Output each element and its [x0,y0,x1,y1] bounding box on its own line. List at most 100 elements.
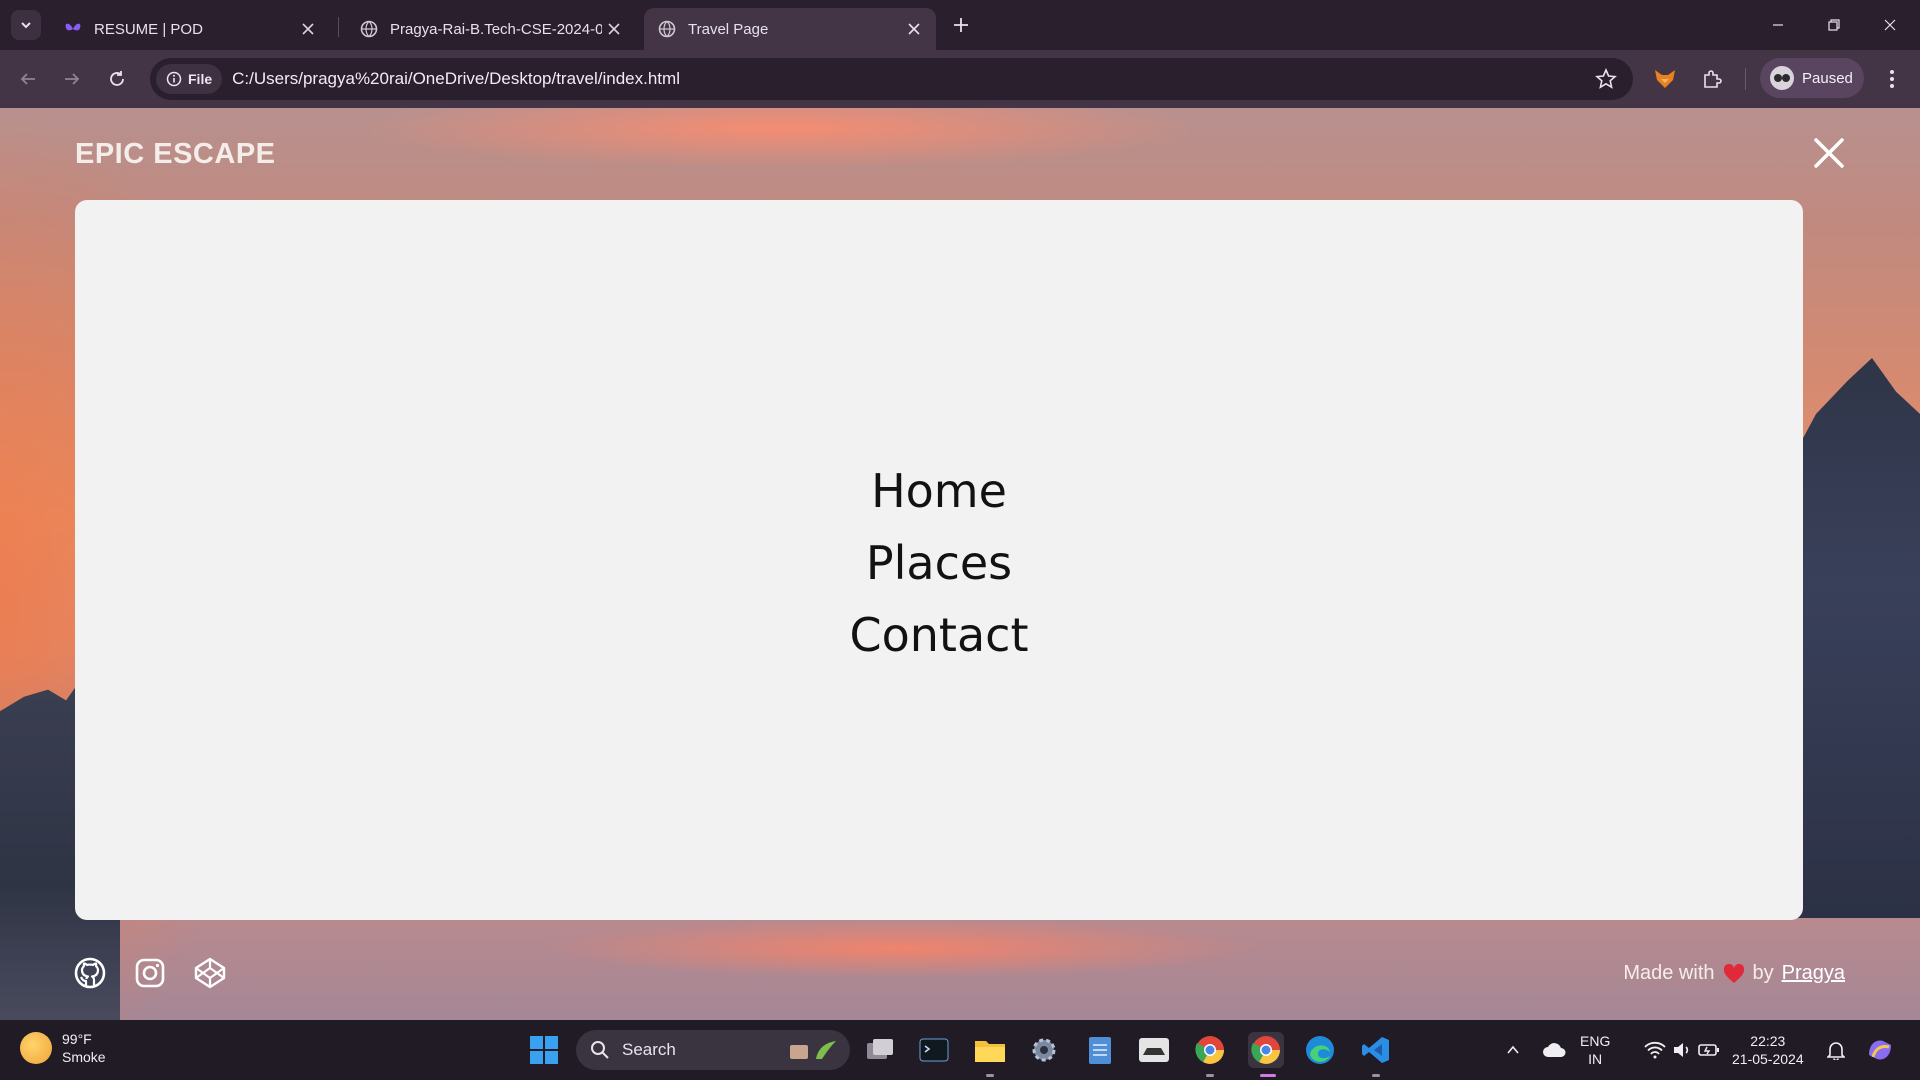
chrome-app[interactable] [1192,1032,1228,1068]
close-window-button[interactable] [1872,10,1908,40]
codepen-icon[interactable] [193,956,227,990]
vscode-app[interactable] [1358,1032,1394,1068]
toolbar-divider [1745,68,1746,90]
show-hidden-icons-button[interactable] [1495,1032,1531,1068]
profile-status: Paused [1802,69,1853,87]
copilot-button[interactable] [1862,1032,1898,1068]
close-icon[interactable] [1812,136,1846,170]
chrome-icon [1195,1036,1224,1064]
more-vertical-icon [1890,70,1894,88]
address-bar[interactable]: File C:/Users/pragya%20rai/OneDrive/Desk… [150,58,1633,100]
site-logo[interactable]: EPIC ESCAPE [75,138,276,171]
globe-icon [658,20,676,38]
notepad-icon [1089,1037,1111,1064]
browser-menu-button[interactable] [1877,64,1907,94]
reload-button[interactable] [102,64,132,94]
quick-settings-button[interactable] [1632,1032,1732,1068]
globe-icon [360,20,378,38]
nav-link-home[interactable]: Home [75,455,1803,527]
volume-icon [1674,1043,1689,1057]
edge-icon [1306,1036,1334,1064]
butterfly-icon [64,20,82,38]
forward-button[interactable] [57,64,87,94]
star-icon[interactable] [1595,68,1617,90]
language-code: ENG [1580,1033,1611,1049]
author-link[interactable]: Pragya [1782,962,1845,985]
tab-resume[interactable]: RESUME | POD [50,8,330,50]
weather-widget[interactable]: 99°F Smoke [20,1030,106,1066]
windows-logo-icon [530,1036,558,1064]
terminal-app[interactable] [916,1032,952,1068]
running-indicator [1372,1074,1380,1077]
running-indicator [1206,1074,1214,1077]
footer-made-with: Made with [1623,962,1715,984]
cloud-icon [1543,1043,1566,1057]
settings-app[interactable] [1026,1032,1062,1068]
tab-title: Pragya-Rai-B.Tech-CSE-2024-05 [390,20,602,38]
fox-icon [1655,70,1675,88]
task-view-icon [867,1039,893,1059]
task-view-button[interactable] [862,1032,898,1068]
site-info-chip[interactable]: File [156,64,223,94]
search-icon [591,1041,609,1059]
new-tab-button[interactable] [948,12,974,38]
footer-by: by [1752,962,1774,984]
chevron-up-icon [1507,1045,1519,1054]
restore-button[interactable] [1816,10,1852,40]
notepad-app[interactable] [1082,1032,1118,1068]
arrow-right-icon [65,73,80,85]
back-button[interactable] [13,64,43,94]
close-icon[interactable] [902,17,926,41]
active-indicator [1260,1074,1276,1077]
info-icon [166,71,182,87]
reload-icon [110,71,124,86]
fox-extension-button[interactable] [1650,64,1680,94]
github-icon[interactable] [73,956,107,990]
running-indicator [986,1074,994,1077]
close-icon[interactable] [602,17,626,41]
heart-icon [1723,963,1744,983]
instagram-icon[interactable] [133,956,167,990]
onedrive-button[interactable] [1536,1032,1572,1068]
clock-time: 22:23 [1750,1033,1786,1049]
edge-app[interactable] [1302,1032,1338,1068]
plus-icon [954,18,968,32]
clock[interactable]: 22:23 21-05-2024 [1732,1032,1804,1068]
page-viewport: EPIC ESCAPE Home Places Contact Made wit… [0,108,1920,1020]
weather-desc: Smoke [62,1049,106,1065]
bell-icon [1827,1042,1845,1060]
region-code: IN [1588,1051,1603,1067]
tab-pragya-resume[interactable]: Pragya-Rai-B.Tech-CSE-2024-05 [346,8,636,50]
puzzle-icon [1704,70,1722,88]
tab-travel-page[interactable]: Travel Page [644,8,936,50]
arrow-left-icon [20,73,35,85]
tab-separator [338,17,339,37]
browser-toolbar: File C:/Users/pragya%20rai/OneDrive/Desk… [0,50,1920,108]
close-icon[interactable] [296,17,320,41]
tab-title: RESUME | POD [94,20,203,38]
footer-credit: Made with by Pragya [1623,962,1845,985]
wifi-icon [1644,1041,1666,1059]
tab-title: Travel Page [688,20,769,38]
nav-link-places[interactable]: Places [75,527,1803,599]
url-text[interactable]: C:/Users/pragya%20rai/OneDrive/Desktop/t… [232,69,680,89]
taskbar-search-label: Search [622,1040,676,1059]
language-indicator[interactable]: ENG IN [1580,1032,1610,1068]
start-button[interactable] [526,1032,562,1068]
photo-app[interactable] [1136,1032,1172,1068]
extensions-button[interactable] [1697,64,1727,94]
minimize-button[interactable] [1760,10,1796,40]
file-explorer-app[interactable] [972,1032,1008,1068]
close-icon [1884,19,1896,31]
windows-taskbar: 99°F Smoke Search ENG IN 22:23 21-05-202… [0,1020,1920,1080]
profile-button[interactable]: Paused [1760,58,1864,98]
chrome-profile-app[interactable] [1248,1032,1284,1068]
nav-link-contact[interactable]: Contact [75,599,1803,671]
copilot-icon [1869,1040,1891,1060]
tab-search-button[interactable] [11,10,41,40]
notifications-button[interactable] [1818,1032,1854,1068]
avatar [1770,66,1794,90]
battery-icon [1698,1044,1719,1056]
terminal-icon [919,1038,949,1062]
taskbar-search[interactable]: Search [576,1030,850,1070]
